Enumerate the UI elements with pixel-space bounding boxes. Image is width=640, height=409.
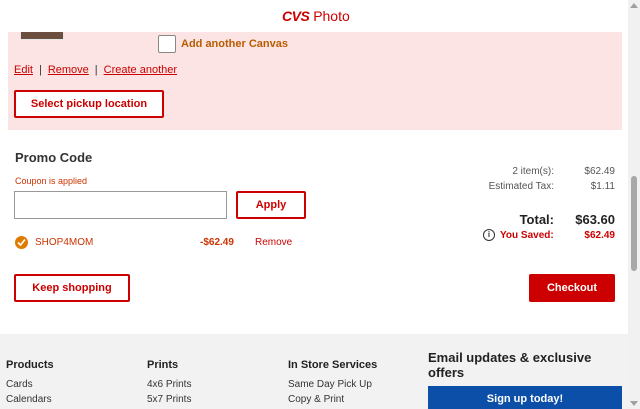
add-canvas-label: Add another Canvas [181,38,288,50]
total-label: Total: [519,212,554,227]
footer-link[interactable]: Same Day Pick Up [288,379,377,390]
check-circle-icon [15,236,28,249]
info-icon[interactable]: i [483,229,495,241]
footer-link[interactable]: Calendars [6,394,54,405]
footer-link[interactable]: Cards [6,379,54,390]
logo-brand: CVS [282,8,310,24]
footer-column-title: Products [6,359,54,371]
you-saved-label: You Saved: [500,230,554,241]
promo-code-input[interactable] [14,191,227,219]
footer-column-products: Products Cards Calendars [6,359,54,409]
keep-shopping-button[interactable]: Keep shopping [14,274,130,302]
remove-coupon-link[interactable]: Remove [255,237,292,248]
checkout-button[interactable]: Checkout [529,274,615,302]
scroll-down-arrow-icon[interactable] [630,401,638,406]
tax-value: $1.11 [590,181,615,192]
vertical-scrollbar[interactable] [628,0,640,409]
tax-label: Estimated Tax: [488,181,554,192]
footer-link[interactable]: 4x6 Prints [147,379,191,390]
link-separator: | [94,64,98,76]
you-saved-value: $62.49 [584,230,615,241]
link-separator: | [38,64,42,76]
total-value: $63.60 [575,212,615,227]
footer: Products Cards Calendars Prints 4x6 Prin… [0,334,628,409]
applied-coupon-code: SHOP4MOM [35,237,94,248]
items-count-label: 2 item(s): [512,166,554,177]
apply-button[interactable]: Apply [236,191,306,219]
item-links: Edit | Remove | Create another [14,64,177,76]
items-subtotal: $62.49 [584,166,615,177]
footer-column-in-store-services: In Store Services Same Day Pick Up Copy … [288,359,377,409]
scroll-up-arrow-icon[interactable] [630,3,638,8]
select-pickup-location-button[interactable]: Select pickup location [14,90,164,118]
page: CVS Photo Add another Canvas Edit | Remove… [0,0,640,409]
footer-column-title: In Store Services [288,359,378,371]
footer-column-title: Prints [147,359,179,371]
remove-item-link[interactable]: Remove [48,64,89,76]
logo-product: Photo [313,8,350,24]
cart-item-panel: Add another Canvas Edit | Remove | Create an… [8,32,622,130]
email-updates-title: Email updates & exclusive offers [428,350,592,380]
applied-coupon-discount: -$62.49 [200,237,234,248]
cvs-photo-logo[interactable]: CVS Photo [282,8,350,24]
sign-up-button[interactable]: Sign up today! [428,386,622,409]
scrollbar-thumb[interactable] [631,176,637,271]
coupon-status: Coupon is applied [15,176,88,186]
footer-column-prints: Prints 4x6 Prints 5x7 Prints [147,359,191,409]
promo-code-title: Promo Code [15,150,93,165]
edit-link[interactable]: Edit [14,64,33,76]
add-canvas-checkbox[interactable] [158,35,176,53]
footer-link[interactable]: Copy & Print [288,394,377,405]
header: CVS Photo [0,0,628,32]
canvas-thumbnail [20,32,64,40]
footer-link[interactable]: 5x7 Prints [147,394,191,405]
create-another-link[interactable]: Create another [104,64,177,76]
